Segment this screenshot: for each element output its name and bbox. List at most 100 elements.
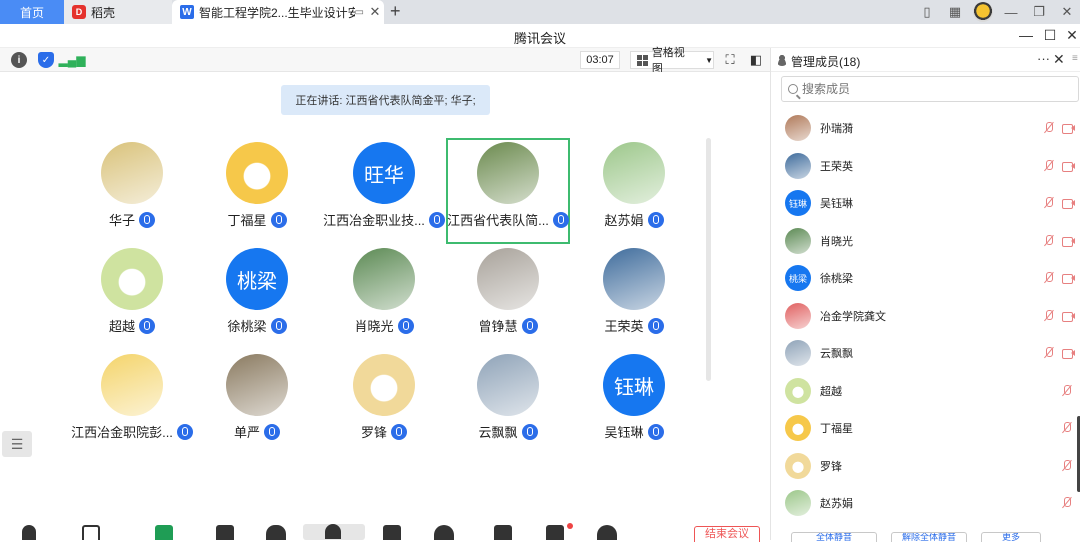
grid-scrollbar[interactable] xyxy=(706,138,711,381)
invite-icon[interactable] xyxy=(266,525,286,540)
member-list-item[interactable]: 桃梁 徐桃梁 xyxy=(771,260,1080,296)
participant-name: 吴钰琳 xyxy=(604,425,644,440)
members-button[interactable] xyxy=(303,524,365,540)
camera-off-icon[interactable] xyxy=(1062,198,1076,209)
camera-off-icon[interactable] xyxy=(1062,236,1076,247)
minimize-icon[interactable]: — xyxy=(998,1,1024,23)
more-actions-button[interactable]: 更多 xyxy=(981,532,1041,542)
member-search-input[interactable] xyxy=(802,82,1062,96)
member-list-item[interactable]: 云飘飘 xyxy=(771,335,1080,371)
member-panel-header: 管理成员(18) ··· ✕ ≡ xyxy=(771,48,1080,72)
participant-tile[interactable]: 桃梁 徐桃梁 xyxy=(195,244,319,350)
reader-mode-icon[interactable]: ▯ xyxy=(914,1,940,23)
participant-tile[interactable]: 曾铮慧 xyxy=(446,244,570,350)
shield-icon[interactable]: ✓ xyxy=(38,52,54,68)
camera-off-icon[interactable] xyxy=(82,525,100,540)
participant-name: 超越 xyxy=(108,319,135,334)
mute-all-button[interactable]: 全体静音 xyxy=(791,532,877,542)
mic-muted-icon[interactable] xyxy=(1043,347,1055,359)
member-name: 云飘飘 xyxy=(820,348,853,360)
user-avatar[interactable] xyxy=(970,1,996,23)
panel-menu-icon[interactable]: ≡ xyxy=(1072,53,1080,67)
mic-muted-icon[interactable] xyxy=(1043,159,1055,172)
mic-on-icon xyxy=(647,211,664,228)
camera-off-icon[interactable] xyxy=(1062,348,1076,359)
member-list-item[interactable]: 肖晓光 xyxy=(771,223,1080,259)
window-close-icon[interactable]: ✕ xyxy=(1054,1,1080,23)
member-list-item[interactable]: 赵苏娟 xyxy=(771,485,1080,521)
member-name: 肖晓光 xyxy=(820,235,853,248)
security-icon[interactable] xyxy=(216,525,234,540)
chat-icon[interactable] xyxy=(383,525,401,540)
camera-off-icon[interactable] xyxy=(1062,123,1076,134)
member-list-item[interactable]: 王荣英 xyxy=(771,148,1080,184)
signal-icon[interactable]: ▂▄▆ xyxy=(59,52,86,68)
participant-tile[interactable]: 江西省代表队简... xyxy=(446,138,570,244)
mic-muted-icon[interactable] xyxy=(1043,122,1055,134)
participant-tile[interactable]: 旺华 江西冶金职业技... xyxy=(322,138,446,244)
member-list-item[interactable]: 超越 xyxy=(771,373,1080,409)
participant-tile[interactable]: 江西冶金职院彭... xyxy=(70,350,194,456)
member-avatar: 桃梁 xyxy=(785,265,811,291)
tab-home[interactable]: 首页 xyxy=(0,0,64,24)
camera-off-icon[interactable] xyxy=(1062,273,1076,284)
camera-off-icon[interactable] xyxy=(1062,161,1076,172)
member-list-item[interactable]: 钰琳 吴钰琳 xyxy=(771,185,1080,221)
participant-tile[interactable]: 肖晓光 xyxy=(322,244,446,350)
participant-tile[interactable]: 超越 xyxy=(70,244,194,350)
mic-muted-icon[interactable] xyxy=(1043,234,1055,247)
tab-daoke[interactable]: D 稻壳 xyxy=(64,0,172,24)
participant-tile[interactable]: 王荣英 xyxy=(572,244,696,350)
participant-name-row: 吴钰琳 xyxy=(572,422,696,441)
meeting-close-icon[interactable]: ✕ xyxy=(1062,27,1080,45)
participant-tile[interactable]: 钰琳 吴钰琳 xyxy=(572,350,696,456)
side-menu-button[interactable]: ☰ xyxy=(2,431,32,457)
member-list-item[interactable]: 冶金学院龚文 xyxy=(771,298,1080,334)
tab-document[interactable]: W 智能工程学院2...生毕业设计安排 ▭ ✕ xyxy=(172,0,384,24)
tab-close-icon[interactable]: ✕ xyxy=(366,4,384,20)
view-mode-dropdown[interactable]: 宫格视图 ▼ xyxy=(630,47,714,75)
record-icon[interactable] xyxy=(434,525,454,540)
share-screen-icon[interactable] xyxy=(155,525,173,540)
meeting-maximize-icon[interactable]: ☐ xyxy=(1040,27,1060,45)
participant-tile[interactable]: 云飘飘 xyxy=(446,350,570,456)
fullscreen-icon[interactable]: ⛶ xyxy=(720,51,740,69)
mic-muted-icon[interactable] xyxy=(1061,422,1073,434)
info-icon[interactable]: i xyxy=(11,52,27,68)
panel-close-icon[interactable]: ✕ xyxy=(1053,51,1065,68)
participant-tile[interactable]: 丁福星 xyxy=(195,138,319,244)
member-list-item[interactable]: 孙瑞漪 xyxy=(771,110,1080,146)
camera-off-icon[interactable] xyxy=(1062,311,1076,322)
mic-on-icon xyxy=(552,211,569,228)
participant-tile[interactable]: 赵苏娟 xyxy=(572,138,696,244)
browser-tab-strip: 首页 D 稻壳 W 智能工程学院2...生毕业设计安排 ▭ ✕ + ▯ ▦ — … xyxy=(0,0,1080,24)
member-name: 徐桃梁 xyxy=(820,273,853,285)
restore-icon[interactable]: ❐ xyxy=(1026,1,1052,23)
apps-icon[interactable] xyxy=(494,525,512,540)
new-tab-button[interactable]: + xyxy=(390,1,401,22)
member-list-item[interactable]: 罗锋 xyxy=(771,448,1080,484)
unmute-all-button[interactable]: 解除全体静音 xyxy=(891,532,967,542)
sidebar-toggle-icon[interactable]: ◧ xyxy=(746,51,766,69)
mic-on-icon xyxy=(176,423,193,440)
settings-gear-icon[interactable] xyxy=(597,525,617,540)
mic-on-icon xyxy=(521,423,538,440)
participant-tile[interactable]: 罗锋 xyxy=(322,350,446,456)
member-avatar xyxy=(785,115,811,141)
mic-muted-icon[interactable] xyxy=(1043,309,1055,322)
participant-tile[interactable]: 单严 xyxy=(195,350,319,456)
participant-tile[interactable]: 华子 xyxy=(70,138,194,244)
app-grid-icon[interactable] xyxy=(546,525,564,540)
mic-muted-icon[interactable] xyxy=(1061,497,1073,509)
member-list-item[interactable]: 丁福星 xyxy=(771,410,1080,446)
microphone-icon[interactable] xyxy=(22,525,36,540)
mic-muted-icon[interactable] xyxy=(1061,384,1073,397)
grid-apps-icon[interactable]: ▦ xyxy=(942,1,968,23)
mic-muted-icon[interactable] xyxy=(1043,272,1055,284)
participant-name-row: 徐桃梁 xyxy=(195,316,319,335)
mic-muted-icon[interactable] xyxy=(1043,197,1055,209)
mic-muted-icon[interactable] xyxy=(1061,459,1073,472)
meeting-minimize-icon[interactable]: — xyxy=(1016,27,1036,45)
member-avatar xyxy=(785,490,811,516)
more-options-icon[interactable]: ··· xyxy=(1037,51,1050,66)
